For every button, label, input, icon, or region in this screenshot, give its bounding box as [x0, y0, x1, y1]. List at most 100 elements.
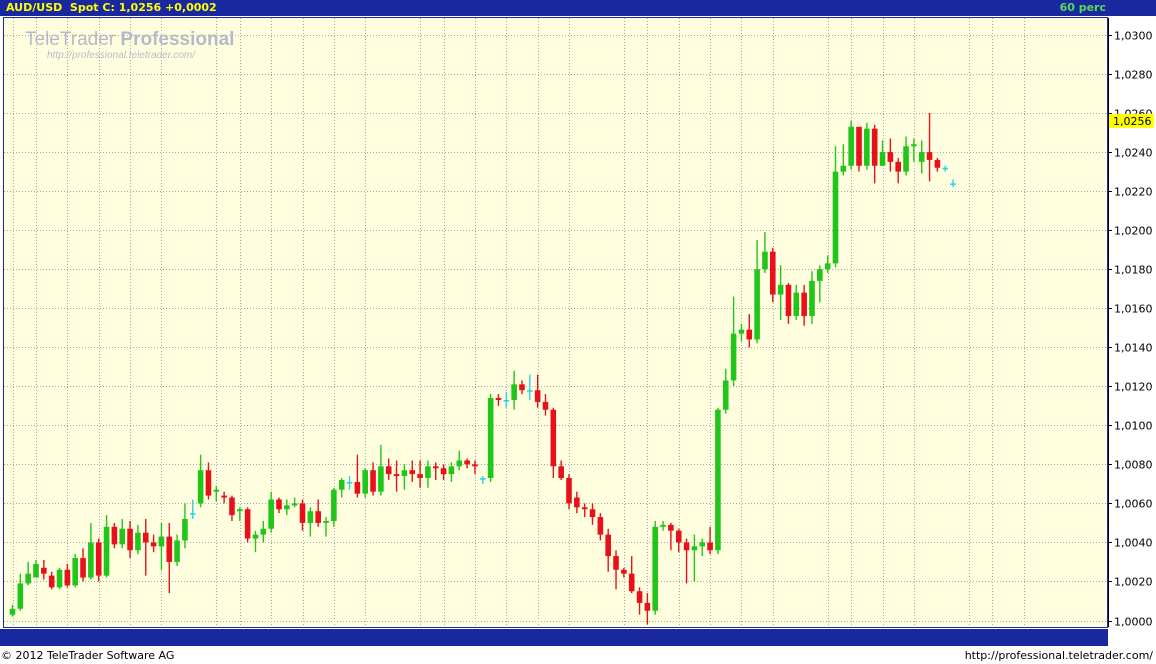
- candle: [824, 255, 831, 274]
- candles: [9, 113, 956, 625]
- y-tick-label: 1,0300: [1114, 30, 1153, 43]
- candle-body: [119, 528, 126, 545]
- candle-body: [174, 540, 180, 562]
- candle: [879, 140, 886, 166]
- candle: [378, 444, 384, 496]
- copyright-text: © 2012 TeleTrader Software AG: [1, 649, 175, 662]
- candle-body: [793, 292, 800, 317]
- y-tick-label: 1,0060: [1114, 498, 1153, 511]
- candle: [769, 247, 776, 303]
- candle: [56, 567, 63, 590]
- candle-body: [197, 470, 204, 504]
- candle-body: [856, 126, 862, 166]
- candle-body: [934, 159, 941, 168]
- candle-body: [48, 575, 55, 588]
- candle-body: [605, 534, 611, 557]
- candle-body: [817, 269, 823, 281]
- candle: [809, 271, 815, 324]
- candle: [307, 507, 314, 537]
- candle: [801, 284, 807, 326]
- candle-body: [527, 390, 533, 392]
- candle-body: [801, 292, 807, 317]
- candle-body: [315, 511, 321, 523]
- candle-body: [425, 466, 431, 479]
- candle: [511, 370, 517, 410]
- candle-body: [832, 171, 839, 264]
- candle: [503, 392, 510, 408]
- candlestick-chart: 1,0000 1,0020 1,0040 1,0060 1,0080 1,0100 1,01…: [4, 18, 1154, 645]
- candle-body: [558, 466, 564, 479]
- candle: [189, 499, 196, 520]
- candle: [260, 520, 267, 543]
- y-tick-label: 1,0120: [1114, 381, 1153, 394]
- candle-body: [346, 481, 353, 484]
- candle-body: [848, 126, 854, 166]
- candle: [237, 507, 243, 521]
- candle: [628, 556, 635, 594]
- candle: [527, 374, 533, 400]
- candle: [754, 239, 760, 344]
- candle: [291, 497, 298, 508]
- candle-body: [393, 474, 400, 477]
- candle: [142, 519, 149, 576]
- candle-body: [903, 146, 909, 172]
- candle-body: [675, 530, 682, 543]
- candle: [848, 120, 854, 170]
- y-tick-label: 1,0220: [1114, 186, 1153, 199]
- candle-body: [824, 263, 831, 270]
- candle: [793, 284, 800, 320]
- candle-body: [621, 569, 627, 574]
- candle-body: [229, 497, 235, 516]
- watermark-brand-bold: Professional: [120, 29, 235, 50]
- candle-body: [730, 333, 737, 381]
- candle: [730, 296, 737, 387]
- candle-body: [440, 468, 447, 475]
- candle-body: [597, 517, 604, 535]
- candle: [393, 460, 400, 492]
- candle: [683, 538, 690, 584]
- candle: [346, 476, 353, 490]
- candle-body: [370, 470, 376, 492]
- candle-body: [785, 284, 792, 317]
- candle: [652, 520, 659, 615]
- candle: [832, 146, 839, 268]
- candle: [385, 458, 392, 480]
- candle-body: [660, 524, 666, 527]
- candle-body: [127, 528, 133, 551]
- candle: [472, 460, 478, 475]
- candle: [119, 519, 126, 549]
- candle-body: [189, 513, 196, 515]
- candle-body: [111, 526, 118, 545]
- candle-body: [668, 524, 674, 531]
- candle: [707, 526, 713, 555]
- current-price-label: 1,0256: [1113, 115, 1152, 128]
- candle: [401, 464, 408, 490]
- candle: [9, 604, 16, 617]
- y-tick-label: 1,0140: [1114, 342, 1153, 355]
- candle: [103, 515, 110, 578]
- candle: [668, 522, 674, 551]
- candle-body: [707, 542, 713, 551]
- teletrader-watermark: TeleTrader Professional http://professio…: [25, 30, 234, 61]
- candle: [699, 538, 706, 557]
- candle: [762, 232, 768, 274]
- candle-body: [33, 563, 39, 578]
- candle-body: [519, 384, 525, 391]
- candle: [150, 534, 157, 553]
- candle-body: [158, 536, 165, 547]
- watermark-brand: TeleTrader Professional: [25, 30, 234, 49]
- y-tick-label: 1,0080: [1114, 459, 1153, 472]
- footer-url[interactable]: http://professional.teletrader.com/: [965, 647, 1153, 664]
- candle: [197, 454, 204, 508]
- candle-body: [613, 556, 619, 570]
- candle: [911, 138, 917, 162]
- candle-body: [809, 280, 815, 317]
- candle: [88, 522, 94, 580]
- candle: [675, 528, 682, 553]
- candle: [840, 144, 847, 176]
- candle: [691, 534, 698, 582]
- candle: [64, 563, 71, 588]
- candle-body: [722, 380, 729, 410]
- y-tick-label: 1,0000: [1114, 616, 1153, 629]
- candle: [660, 520, 666, 531]
